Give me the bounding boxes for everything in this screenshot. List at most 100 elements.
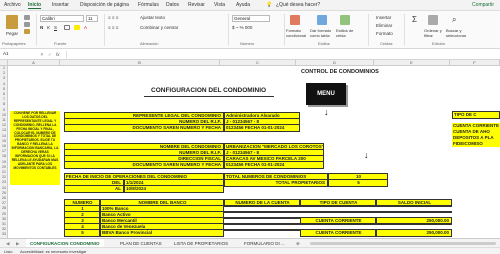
underline-button[interactable]: S (54, 25, 57, 30)
cut-icon[interactable] (24, 15, 30, 20)
column-header[interactable]: F (450, 60, 500, 66)
accessibility-status[interactable]: Accesibilidad: es necesario investigar (20, 249, 86, 254)
number-format-select[interactable]: General (232, 15, 270, 22)
row-header[interactable]: 9 (0, 108, 8, 112)
wrap-text-button[interactable]: Ajustar texto (140, 15, 165, 20)
row-header[interactable]: 23 (0, 180, 8, 184)
row-header[interactable]: 8 (0, 102, 8, 106)
merge-center-button[interactable]: Combinar y centrar (140, 25, 178, 30)
share-button[interactable]: Compartir (472, 2, 494, 8)
al-value[interactable]: 10/8/2024 (124, 185, 224, 193)
formula-input[interactable] (66, 51, 496, 58)
tab-vista[interactable]: Vista (214, 2, 225, 8)
cell-styles-button[interactable]: Estilos de celda (336, 28, 356, 38)
format-table-icon[interactable] (317, 15, 327, 25)
row-header[interactable]: 29 (0, 212, 8, 216)
bank-cell-account[interactable] (224, 205, 300, 207)
row-header[interactable]: 27 (0, 201, 8, 205)
bank-cell-name[interactable]: BBVA Banco Provincial (100, 229, 224, 237)
accounting-format-icon[interactable]: $ ~ % 000 (232, 25, 252, 30)
cancel-icon[interactable]: ✕ (40, 52, 44, 58)
row-header[interactable]: 13 (0, 128, 8, 132)
row-header[interactable]: 18 (0, 154, 8, 158)
fill-color-icon[interactable] (74, 25, 80, 30)
borders-icon[interactable] (64, 25, 70, 30)
row-header[interactable]: 32 (0, 227, 8, 231)
row-header[interactable]: 17 (0, 149, 8, 153)
row-header[interactable]: 28 (0, 206, 8, 210)
paste-icon[interactable] (6, 15, 18, 29)
bank-cell-account[interactable] (224, 229, 300, 231)
align-left-icon[interactable]: ≡ ≡ ≡ (108, 25, 118, 30)
row-header[interactable]: 4 (0, 82, 8, 86)
row-header[interactable]: 2 (0, 71, 8, 75)
doc-value[interactable]: 0123456 FECHA 01-01-2024 (224, 124, 300, 132)
row-header[interactable]: 5 (0, 87, 8, 91)
row-header[interactable]: 12 (0, 123, 8, 127)
font-name-select[interactable]: Calibri (40, 15, 84, 22)
row-header[interactable]: 31 (0, 222, 8, 226)
bank-cell-balance[interactable] (376, 205, 452, 207)
row-header[interactable]: 22 (0, 175, 8, 179)
row-header[interactable]: 20 (0, 165, 8, 169)
bank-cell-account[interactable] (224, 223, 300, 225)
column-header[interactable]: C (220, 60, 296, 66)
column-header[interactable]: A (8, 60, 60, 66)
copy-icon[interactable] (24, 22, 30, 27)
row-header[interactable]: 33 (0, 232, 8, 236)
horizontal-scrollbar[interactable] (310, 242, 496, 245)
row-header[interactable]: 14 (0, 134, 8, 138)
autosum-icon[interactable]: Σ (412, 15, 417, 24)
tab-revisar[interactable]: Revisar (188, 2, 205, 8)
paste-button[interactable]: Pegar (6, 31, 18, 36)
tab-datos[interactable]: Datos (166, 2, 179, 8)
menu-button[interactable]: MENU (306, 83, 346, 105)
row-header[interactable]: 10 (0, 113, 8, 117)
function-icon[interactable]: fx (56, 52, 60, 57)
column-header[interactable]: E (374, 60, 450, 66)
row-header[interactable]: 25 (0, 191, 8, 195)
bank-cell-type[interactable] (300, 205, 376, 207)
bold-button[interactable]: N (40, 25, 43, 30)
row-header[interactable]: 6 (0, 92, 8, 96)
column-header[interactable]: D (296, 60, 374, 66)
search-icon[interactable]: ⌕ (452, 15, 456, 25)
bank-cell-type[interactable]: CUENTA CORRIENTE (300, 229, 376, 237)
column-header[interactable]: B (60, 60, 220, 66)
bank-cell-balance[interactable]: 250,000.00 (376, 229, 452, 237)
format-as-table-button[interactable]: Dar formato como tabla (310, 28, 334, 38)
align-top-icon[interactable]: ≡ ≡ ≡ (108, 15, 118, 20)
find-select-button[interactable]: Buscar y seleccionar (446, 28, 470, 38)
bank-cell-num[interactable]: 5 (64, 229, 100, 237)
tab-ayuda[interactable]: Ayuda (236, 2, 250, 8)
row-header[interactable]: 3 (0, 76, 8, 80)
tab-formulas[interactable]: Fórmulas (138, 2, 159, 8)
conditional-format-button[interactable]: Formato condicional (286, 28, 306, 38)
row-header[interactable]: 19 (0, 160, 8, 164)
row-header[interactable]: 30 (0, 217, 8, 221)
enter-icon[interactable]: ✓ (48, 52, 52, 58)
cell-styles-icon[interactable] (340, 15, 350, 25)
sort-filter-button[interactable]: Ordenar y filtrar (424, 28, 446, 38)
row-header[interactable]: 15 (0, 139, 8, 143)
row-header[interactable]: 16 (0, 144, 8, 148)
bank-cell-balance[interactable] (376, 223, 452, 225)
bank-cell-balance[interactable] (376, 211, 452, 213)
bank-cell-account[interactable] (224, 211, 300, 213)
bank-cell-account[interactable] (224, 217, 300, 219)
tab-inicio[interactable]: Inicio (28, 2, 42, 9)
font-size-select[interactable]: 11 (86, 15, 98, 22)
italic-button[interactable]: K (47, 25, 50, 30)
tab-archivo[interactable]: Archivo (4, 2, 21, 8)
row-header[interactable]: 7 (0, 97, 8, 101)
total-prop-value[interactable]: 5 (328, 179, 388, 187)
row-header[interactable]: 21 (0, 170, 8, 174)
row-header[interactable]: 11 (0, 118, 8, 122)
row-header[interactable]: 26 (0, 196, 8, 200)
format-cells-button[interactable]: Formato (376, 31, 393, 36)
insert-cells-button[interactable]: Insertar (376, 15, 391, 20)
tab-insertar[interactable]: Insertar (52, 2, 69, 8)
row-header[interactable]: 1 (0, 66, 8, 70)
format-painter-icon[interactable] (24, 29, 30, 34)
conditional-format-icon[interactable] (290, 15, 300, 25)
